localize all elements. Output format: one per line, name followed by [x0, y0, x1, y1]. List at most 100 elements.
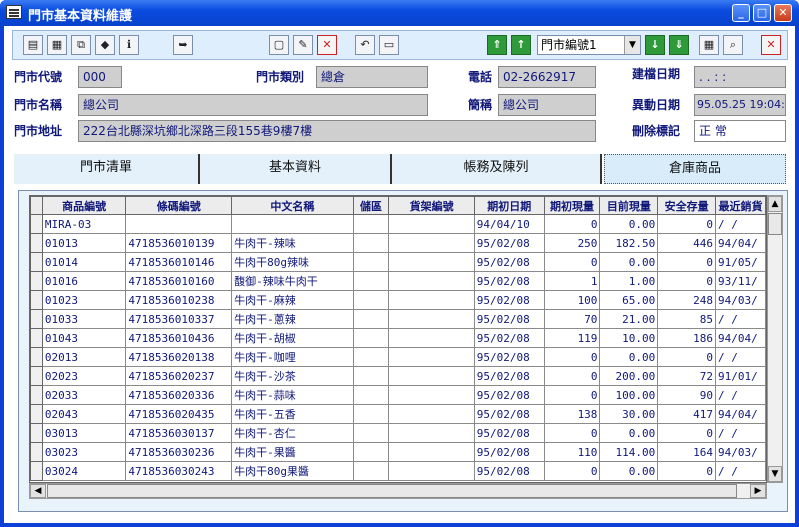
column-header[interactable]: 目前現量: [599, 196, 659, 215]
table-cell[interactable]: 0: [657, 271, 717, 291]
table-cell[interactable]: 119: [543, 328, 601, 348]
table-cell[interactable]: 0: [543, 214, 601, 234]
scroll-down-icon[interactable]: ▼: [768, 466, 782, 482]
save-icon[interactable]: ▭: [379, 35, 399, 55]
table-icon[interactable]: ▦: [699, 35, 719, 55]
table-cell[interactable]: [352, 271, 390, 291]
delete-record-icon[interactable]: ✕: [317, 35, 337, 55]
table-cell[interactable]: 01023: [41, 290, 127, 310]
column-header[interactable]: 期初現量: [543, 196, 601, 215]
table-cell[interactable]: 4718536020336: [125, 385, 233, 405]
table-cell[interactable]: 牛肉干-果醬: [231, 442, 354, 462]
edit-record-icon[interactable]: ✎: [293, 35, 313, 55]
table-cell[interactable]: 72: [657, 366, 717, 386]
horizontal-scrollbar[interactable]: ◀ ▶: [29, 483, 767, 499]
table-cell[interactable]: 95/02/08: [473, 404, 545, 424]
row-selector[interactable]: [30, 385, 43, 405]
table-cell[interactable]: 4718536010238: [125, 290, 233, 310]
table-cell[interactable]: [388, 233, 475, 253]
row-selector[interactable]: [30, 252, 43, 272]
table-cell[interactable]: 30.00: [599, 404, 659, 424]
table-cell[interactable]: 200.00: [599, 366, 659, 386]
table-row[interactable]: 01043 4718536010436 牛肉干-胡椒 95/02/08 119 10.00…: [30, 328, 766, 348]
table-cell[interactable]: [352, 309, 390, 329]
table-cell[interactable]: 4718536020435: [125, 404, 233, 424]
table-cell[interactable]: 4718536010436: [125, 328, 233, 348]
row-selector[interactable]: [30, 404, 43, 424]
table-cell[interactable]: [388, 347, 475, 367]
table-cell[interactable]: 4718536030243: [125, 461, 233, 481]
minimize-button[interactable]: _: [732, 4, 750, 22]
table-cell[interactable]: 95/02/08: [473, 252, 545, 272]
table-cell[interactable]: [388, 385, 475, 405]
table-cell[interactable]: 90: [657, 385, 717, 405]
table-cell[interactable]: 182.50: [599, 233, 659, 253]
table-cell[interactable]: 01016: [41, 271, 127, 291]
table-cell[interactable]: 95/02/08: [473, 271, 545, 291]
new-record-icon[interactable]: ▢: [269, 35, 289, 55]
table-cell[interactable]: [352, 290, 390, 310]
table-cell[interactable]: / /: [715, 214, 766, 234]
table-cell[interactable]: 03023: [41, 442, 127, 462]
table-cell[interactable]: 95/02/08: [473, 328, 545, 348]
table-cell[interactable]: [388, 461, 475, 481]
table-cell[interactable]: 95/02/08: [473, 233, 545, 253]
next-record-icon[interactable]: ↓: [645, 35, 665, 55]
table-cell[interactable]: 4718536010146: [125, 252, 233, 272]
table-cell[interactable]: [352, 423, 390, 443]
table-cell[interactable]: 95/02/08: [473, 461, 545, 481]
table-cell[interactable]: 94/04/10: [473, 214, 545, 234]
table-cell[interactable]: 0: [657, 252, 717, 272]
table-cell[interactable]: 94/03/: [715, 442, 766, 462]
tab-store-list[interactable]: 門市清單: [14, 154, 200, 184]
table-cell[interactable]: 0: [543, 366, 601, 386]
table-cell[interactable]: 4718536010160: [125, 271, 233, 291]
table-cell[interactable]: 110: [543, 442, 601, 462]
search-icon[interactable]: ⌕: [723, 35, 743, 55]
table-cell[interactable]: 牛肉干-杏仁: [231, 423, 354, 443]
table-cell[interactable]: [125, 214, 233, 234]
table-cell[interactable]: 21.00: [599, 309, 659, 329]
table-cell[interactable]: 0: [543, 385, 601, 405]
table-cell[interactable]: 0.00: [599, 423, 659, 443]
row-selector[interactable]: [30, 271, 43, 291]
table-cell[interactable]: 0: [543, 423, 601, 443]
table-cell[interactable]: 0: [543, 461, 601, 481]
table-cell[interactable]: [352, 366, 390, 386]
previous-record-icon[interactable]: ↑: [511, 35, 531, 55]
store-name-field[interactable]: 總公司: [78, 94, 428, 116]
open-icon[interactable]: ➥: [173, 35, 193, 55]
table-cell[interactable]: 4718536030137: [125, 423, 233, 443]
table-cell[interactable]: 95/02/08: [473, 290, 545, 310]
row-selector[interactable]: [30, 214, 43, 234]
horizontal-scroll-thumb[interactable]: [47, 484, 737, 498]
table-cell[interactable]: 0.00: [599, 347, 659, 367]
table-cell[interactable]: / /: [715, 347, 766, 367]
table-cell[interactable]: 100: [543, 290, 601, 310]
table-cell[interactable]: [388, 271, 475, 291]
table-row[interactable]: 01014 4718536010146 牛肉干80g辣味 95/02/08 0 0.00 0…: [30, 252, 766, 272]
address-field[interactable]: 222台北縣深坑鄉北深路三段155巷9樓7樓: [78, 120, 596, 142]
table-cell[interactable]: 02013: [41, 347, 127, 367]
table-row[interactable]: 03013 4718536030137 牛肉干-杏仁 95/02/08 0 0.00 0/ …: [30, 423, 766, 443]
table-cell[interactable]: 0: [543, 347, 601, 367]
table-cell[interactable]: 02043: [41, 404, 127, 424]
book-icon[interactable]: ◆: [95, 35, 115, 55]
table-cell[interactable]: 0: [657, 423, 717, 443]
copy-icon[interactable]: ⧉: [71, 35, 91, 55]
table-row[interactable]: 02043 4718536020435 牛肉干-五香 95/02/08 138 30.00…: [30, 404, 766, 424]
table-cell[interactable]: 4718536010337: [125, 309, 233, 329]
table-cell[interactable]: 1: [543, 271, 601, 291]
table-cell[interactable]: 4718536020138: [125, 347, 233, 367]
table-cell[interactable]: [388, 442, 475, 462]
tab-warehouse-products[interactable]: 倉庫商品: [604, 154, 786, 184]
row-selector[interactable]: [30, 309, 43, 329]
table-cell[interactable]: [388, 252, 475, 272]
table-cell[interactable]: / /: [715, 461, 766, 481]
chevron-down-icon[interactable]: ▼: [624, 36, 640, 54]
table-cell[interactable]: 03013: [41, 423, 127, 443]
table-cell[interactable]: 4718536020237: [125, 366, 233, 386]
table-cell[interactable]: 03024: [41, 461, 127, 481]
report-icon[interactable]: ▤: [23, 35, 43, 55]
scroll-left-icon[interactable]: ◀: [30, 484, 46, 498]
